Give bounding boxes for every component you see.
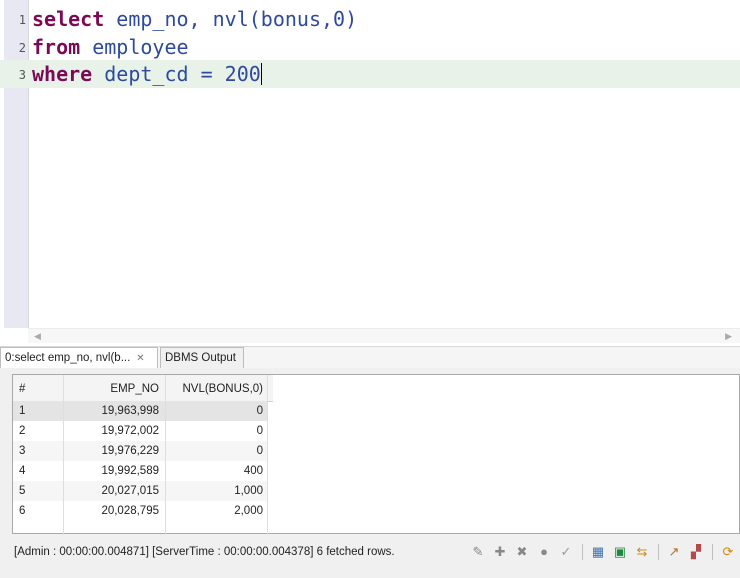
tab-dbms-output[interactable]: DBMS Output (160, 347, 244, 368)
bonus-cell[interactable]: 0 (165, 441, 263, 461)
keyword: from (32, 35, 81, 59)
edit-icon[interactable]: ✎ (470, 544, 486, 560)
code-line-1[interactable]: 1 select emp_no, nvl(bonus,0) (0, 5, 740, 33)
close-icon[interactable]: ✕ (136, 353, 144, 364)
row-number: 1 (19, 405, 26, 417)
code-text: employee (80, 35, 189, 59)
code-line-2[interactable]: 2 from employee (0, 33, 740, 61)
result-panel: # EMP_NO NVL(BONUS,0) 1 19,963,998 0 2 1… (0, 368, 740, 578)
delete-row-icon[interactable]: ✖ (514, 544, 530, 560)
scroll-right-icon[interactable]: ▶ (725, 329, 732, 343)
line-number: 1 (18, 13, 26, 27)
text-caret (260, 63, 262, 85)
column-header-emp-no[interactable]: EMP_NO (63, 379, 159, 399)
keyword: where (32, 62, 93, 86)
code-line-3-current[interactable]: 3 where dept_cd = 200 (0, 60, 740, 88)
bonus-cell[interactable]: 0 (165, 401, 263, 421)
add-row-icon[interactable]: ✚ (492, 544, 508, 560)
export-icon[interactable]: ↗ (666, 544, 682, 560)
column-header-rownum[interactable]: # (19, 379, 25, 399)
bonus-cell[interactable]: 2,000 (165, 501, 263, 521)
line-number: 3 (18, 68, 26, 82)
row-number: 4 (19, 465, 26, 477)
sql-editor[interactable]: 1 select emp_no, nvl(bonus,0) 2 from emp… (0, 0, 740, 328)
row-number: 3 (19, 445, 26, 457)
emp-no-cell[interactable]: 20,028,795 (63, 501, 159, 521)
row-number: 5 (19, 485, 26, 497)
keyword: select (32, 7, 105, 31)
bonus-cell[interactable]: 400 (165, 461, 263, 481)
bonus-cell[interactable]: 1,000 (165, 481, 263, 501)
scroll-left-icon[interactable]: ◀ (34, 329, 41, 343)
emp-no-cell[interactable]: 20,027,015 (63, 481, 159, 501)
apply-icon[interactable]: ✓ (558, 544, 574, 560)
horizontal-scrollbar[interactable]: ◀ ▶ (28, 328, 740, 343)
tab-query-result[interactable]: 0:select emp_no, nvl(b... ✕ (0, 347, 158, 368)
tab-label: DBMS Output (165, 352, 236, 364)
tab-label: 0:select emp_no, nvl(b... (5, 352, 131, 364)
chart-icon[interactable]: ▞ (688, 544, 704, 560)
result-grid[interactable]: # EMP_NO NVL(BONUS,0) 1 19,963,998 0 2 1… (12, 374, 740, 535)
refresh-icon[interactable]: ⟳ (720, 544, 736, 560)
code-text: emp_no, nvl(bonus,0) (104, 7, 358, 31)
code-text: dept_cd = 200 (92, 62, 261, 86)
stop-icon[interactable]: ● (536, 544, 552, 560)
row-number: 6 (19, 505, 26, 517)
excel-export-icon[interactable]: ▣ (612, 544, 628, 560)
emp-no-cell[interactable]: 19,976,229 (63, 441, 159, 461)
row-number: 2 (19, 425, 26, 437)
table-view-icon[interactable]: ▦ (590, 544, 606, 560)
transfer-icon[interactable]: ⇆ (634, 544, 650, 560)
emp-no-cell[interactable]: 19,972,002 (63, 421, 159, 441)
line-number: 2 (18, 41, 26, 55)
emp-no-cell[interactable]: 19,963,998 (63, 401, 159, 421)
status-text: [Admin : 00:00:00.004871] [ServerTime : … (14, 546, 395, 558)
bonus-cell[interactable]: 0 (165, 421, 263, 441)
column-header-nvl-bonus[interactable]: NVL(BONUS,0) (165, 379, 263, 399)
emp-no-cell[interactable]: 19,992,589 (63, 461, 159, 481)
result-tab-bar: 0:select emp_no, nvl(b... ✕ DBMS Output (0, 346, 740, 369)
